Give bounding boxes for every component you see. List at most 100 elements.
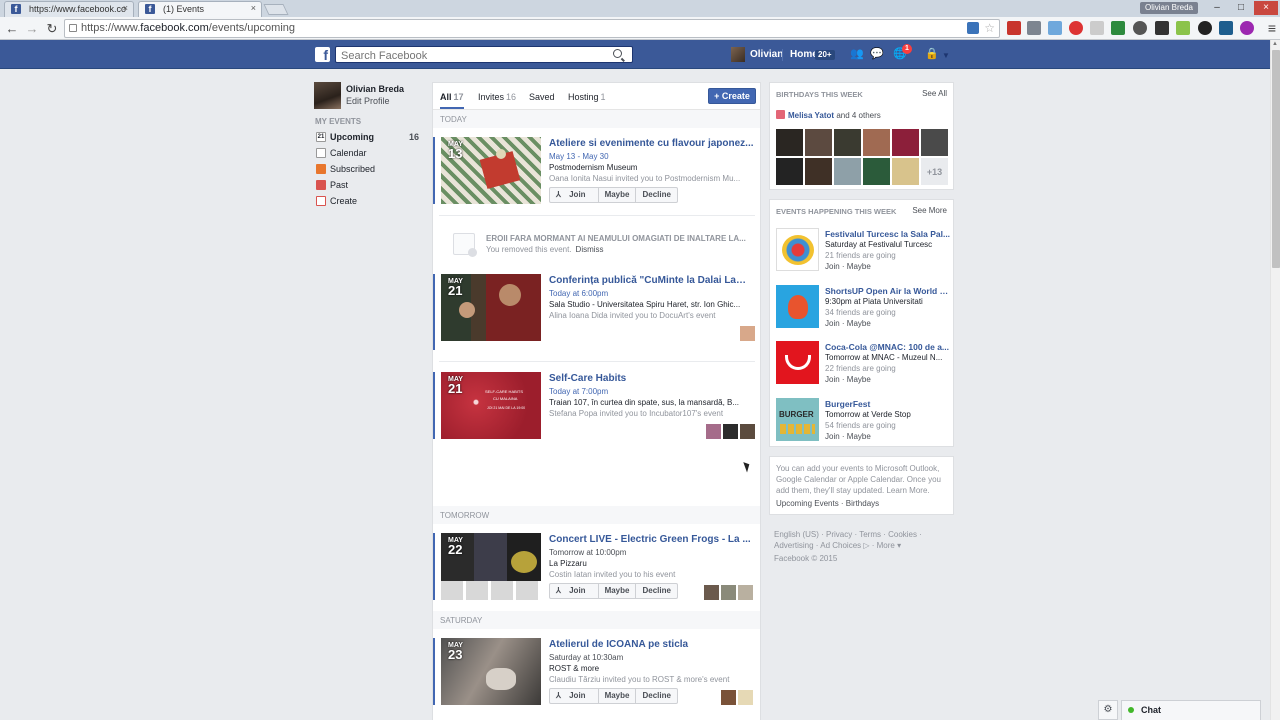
chevron-down-icon[interactable]: ▼ — [942, 50, 955, 62]
edit-profile-link[interactable]: Edit Profile — [346, 96, 390, 106]
event-thumbnail[interactable]: BURGER — [776, 398, 819, 441]
event-title-link[interactable]: Conferința publică "CuMinte la Dalai Lam… — [549, 275, 754, 286]
event-place[interactable]: Traian 107, în curtea din spate, sus, la… — [549, 398, 749, 407]
join-button[interactable]: ⅄ Join — [550, 188, 599, 202]
avatar[interactable] — [723, 424, 738, 439]
event-thumbnail[interactable] — [776, 285, 819, 328]
avatar[interactable] — [834, 158, 861, 185]
event-row[interactable]: MAY 21 Conferința publică "CuMinte la Dal… — [433, 274, 760, 350]
avatar[interactable] — [863, 158, 890, 185]
tab-invites[interactable]: Invites 16 — [478, 92, 516, 102]
extension-icon[interactable] — [1069, 21, 1083, 35]
event-title-link[interactable]: Atelierul de ICOANA pe sticla — [549, 639, 754, 650]
extension-icon[interactable] — [1176, 21, 1190, 35]
close-tab-icon[interactable]: × — [123, 3, 128, 13]
extension-icon[interactable] — [1090, 21, 1104, 35]
event-title-link[interactable]: Self-Care Habits — [549, 373, 754, 384]
search-input[interactable] — [335, 46, 633, 63]
export-links[interactable]: Upcoming Events · Birthdays — [776, 499, 879, 508]
decline-button[interactable]: Decline — [636, 188, 676, 202]
extension-icon[interactable] — [1219, 21, 1233, 35]
more-birthdays-button[interactable]: +13 — [921, 158, 948, 185]
join-maybe-links[interactable]: Join · Maybe — [825, 262, 871, 271]
avatar[interactable] — [776, 158, 803, 185]
sidebar-item-calendar[interactable]: Calendar — [315, 147, 423, 161]
see-more-link[interactable]: See More — [912, 206, 947, 215]
profile-link[interactable]: Olivian — [750, 49, 783, 60]
extension-icon[interactable] — [1240, 21, 1254, 35]
maximize-icon[interactable]: □ — [1230, 1, 1252, 15]
event-place[interactable]: ROST & more — [549, 664, 749, 673]
dismiss-link[interactable]: Dismiss — [576, 245, 604, 254]
avatar[interactable] — [314, 82, 341, 109]
page-scrollbar[interactable]: ▲ — [1270, 40, 1280, 720]
event-cover-image[interactable]: MAY 21 — [441, 274, 541, 341]
avatar[interactable] — [721, 690, 736, 705]
avatar[interactable] — [921, 129, 948, 156]
event-cover-image[interactable]: MAY 22 — [441, 533, 541, 600]
extension-icon[interactable] — [1007, 21, 1021, 35]
scrollbar-thumb[interactable] — [1272, 50, 1280, 268]
avatar[interactable] — [731, 47, 745, 62]
profile-name[interactable]: Olivian Breda — [346, 84, 404, 94]
event-row[interactable]: SELF-CARE HABITS CU MALAINA JOI 21 MAI D… — [433, 372, 760, 439]
browser-tab[interactable]: f https://www.facebook.co × — [4, 1, 134, 17]
event-cover-image[interactable]: SELF-CARE HABITS CU MALAINA JOI 21 MAI D… — [441, 372, 541, 439]
back-arrow-icon[interactable]: ← — [4, 21, 20, 37]
create-event-button[interactable]: + Create — [708, 88, 756, 104]
happening-event-item[interactable]: Festivalul Turcesc la Sala Pal... Saturd… — [776, 228, 952, 272]
sidebar-item-create[interactable]: Create — [315, 195, 423, 209]
join-button[interactable]: ⅄ Join — [550, 584, 599, 598]
browser-tab-active[interactable]: f (1) Events × — [138, 1, 262, 17]
event-title-link[interactable]: Coca-Cola @MNAC: 100 de a... — [825, 342, 951, 352]
extension-icon[interactable] — [1155, 21, 1169, 35]
event-title-link[interactable]: Festivalul Turcesc la Sala Pal... — [825, 229, 951, 239]
event-thumbnail[interactable] — [776, 341, 819, 384]
friend-requests-icon[interactable]: 👥 — [850, 48, 864, 60]
avatar[interactable] — [740, 326, 755, 341]
event-row[interactable]: MAY 23 Atelierul de ICOANA pe sticla Satu… — [433, 638, 760, 705]
chat-options-icon[interactable]: ⚙ — [1098, 700, 1118, 720]
sidebar-item-past[interactable]: Past — [315, 179, 423, 193]
join-maybe-links[interactable]: Join · Maybe — [825, 319, 871, 328]
event-row[interactable]: MAY 13 Ateliere si evenimente cu flavour … — [433, 137, 760, 204]
facebook-logo[interactable]: f — [315, 47, 330, 63]
close-window-icon[interactable]: × — [1254, 1, 1278, 15]
footer-links[interactable]: English (US) · Privacy · Terms · Cookies… — [774, 529, 954, 551]
event-title-link[interactable]: BurgerFest — [825, 399, 951, 409]
scroll-up-arrow-icon[interactable]: ▲ — [1272, 41, 1278, 47]
avatar[interactable] — [863, 129, 890, 156]
tab-saved[interactable]: Saved — [529, 92, 555, 102]
event-place[interactable]: La Pizzaru — [549, 559, 749, 568]
extension-icon[interactable] — [1133, 21, 1147, 35]
avatar[interactable] — [776, 129, 803, 156]
extension-icon[interactable] — [1027, 21, 1041, 35]
birthday-others[interactable]: and 4 others — [834, 111, 880, 120]
happening-event-item[interactable]: Coca-Cola @MNAC: 100 de a... Tomorrow at… — [776, 341, 952, 385]
browser-profile-button[interactable]: Olivian Breda — [1139, 2, 1198, 14]
avatar[interactable] — [721, 585, 736, 600]
home-link[interactable]: Home — [790, 49, 818, 60]
happening-event-item[interactable]: ShortsUP Open Air la World P... 9:30pm a… — [776, 285, 952, 329]
maybe-button[interactable]: Maybe — [599, 584, 637, 598]
maybe-button[interactable]: Maybe — [599, 689, 637, 703]
extension-icon[interactable] — [1198, 21, 1212, 35]
bookmark-star-icon[interactable]: ☆ — [984, 20, 995, 37]
tab-hosting[interactable]: Hosting 1 — [568, 92, 606, 102]
chat-bar[interactable]: Chat — [1121, 700, 1261, 720]
maybe-button[interactable]: Maybe — [599, 188, 637, 202]
avatar[interactable] — [834, 129, 861, 156]
minimize-icon[interactable]: – — [1206, 1, 1228, 15]
join-maybe-links[interactable]: Join · Maybe — [825, 432, 871, 441]
avatar[interactable] — [892, 158, 919, 185]
translate-icon[interactable] — [967, 22, 979, 34]
decline-button[interactable]: Decline — [636, 584, 676, 598]
event-title-link[interactable]: Ateliere si evenimente cu flavour japone… — [549, 138, 754, 149]
see-all-link[interactable]: See All — [922, 89, 947, 98]
close-tab-icon[interactable]: × — [251, 3, 256, 13]
event-place[interactable]: Sala Studio - Universitatea Spiru Haret,… — [549, 300, 749, 309]
avatar[interactable] — [704, 585, 719, 600]
event-row[interactable]: MAY 22 Concert LIVE - Electric Green Frog… — [433, 533, 760, 600]
sidebar-item-upcoming[interactable]: 21 Upcoming 16 — [315, 131, 423, 145]
sidebar-item-subscribed[interactable]: Subscribed — [315, 163, 423, 177]
